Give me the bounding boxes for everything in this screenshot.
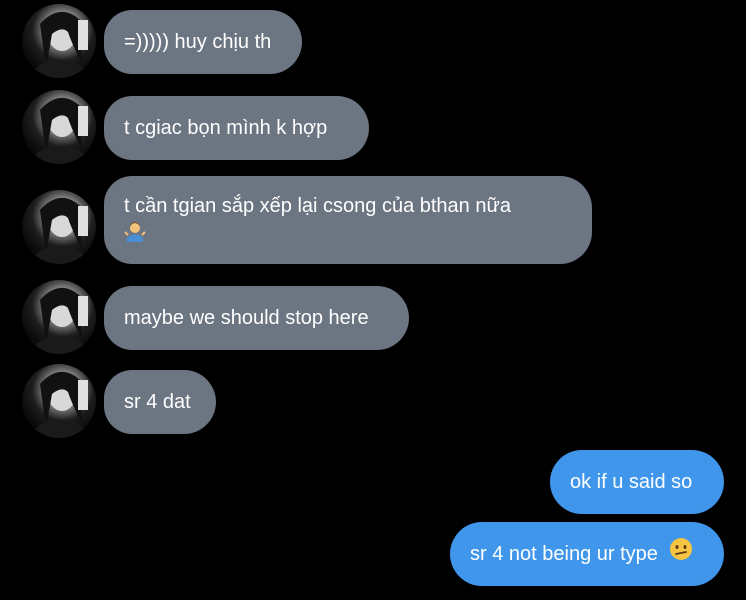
person-shrugging-emoji xyxy=(124,220,146,250)
contact-avatar[interactable] xyxy=(22,4,96,78)
contact-avatar[interactable] xyxy=(22,190,96,264)
message-text: sr 4 dat xyxy=(124,391,191,413)
incoming-message-bubble[interactable]: =))))) huy chịu th xyxy=(104,10,302,74)
incoming-message-bubble[interactable]: sr 4 dat xyxy=(104,370,216,434)
avatar-photo xyxy=(34,197,88,264)
avatar-photo xyxy=(34,371,88,438)
message-text: maybe we should stop here xyxy=(124,307,369,329)
message-text: ok if u said so xyxy=(570,471,693,493)
contact-avatar[interactable] xyxy=(22,364,96,438)
outgoing-message-bubble[interactable]: sr 4 not being ur type xyxy=(450,522,724,586)
avatar-photo xyxy=(34,287,88,354)
message-text: t cgiac bọn mình k hợp xyxy=(124,117,328,139)
incoming-message-bubble[interactable]: maybe we should stop here xyxy=(104,286,409,350)
message-text: t cần tgian sắp xếp lại csong của bthan … xyxy=(124,195,511,217)
outgoing-message-bubble[interactable]: ok if u said so xyxy=(550,450,724,514)
confused-face-emoji xyxy=(669,537,693,569)
message-text: =))))) huy chịu th xyxy=(124,31,272,53)
message-text: sr 4 not being ur type xyxy=(470,543,658,565)
contact-avatar[interactable] xyxy=(22,90,96,164)
incoming-message-bubble[interactable]: t cần tgian sắp xếp lại csong của bthan … xyxy=(104,176,592,264)
contact-avatar[interactable] xyxy=(22,280,96,354)
incoming-message-bubble[interactable]: t cgiac bọn mình k hợp xyxy=(104,96,369,160)
avatar-photo xyxy=(34,11,88,78)
avatar-photo xyxy=(34,97,88,164)
